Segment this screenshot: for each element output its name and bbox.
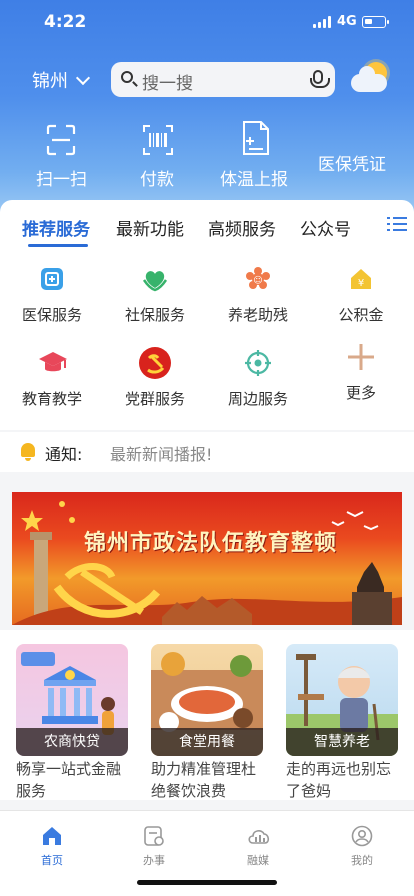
scan-icon <box>46 124 76 156</box>
elderly-care-icon: ☺ <box>243 264 273 294</box>
service-label: 教育教学 <box>21 390 82 408</box>
tile-canteen[interactable]: 食堂用餐 <box>151 644 263 756</box>
nav-label: 我的 <box>351 854 373 867</box>
svg-text:¥: ¥ <box>358 278 364 289</box>
service-elderly-care[interactable]: ☺ 养老助残 <box>213 264 303 325</box>
nav-label: 办事 <box>143 854 165 867</box>
barcode-pay-icon <box>143 125 173 155</box>
notice-bar[interactable]: 通知: 最新新闻播报! <box>0 432 414 472</box>
banner[interactable]: 锦州市政法队伍教育整顿 <box>12 492 402 625</box>
signal-icon <box>313 16 331 28</box>
tab-new-features[interactable]: 最新功能 <box>116 215 184 240</box>
weather-icon[interactable] <box>349 60 391 96</box>
status-bar: 4:22 4G <box>0 10 414 38</box>
banner-artwork <box>12 501 402 625</box>
microphone-icon[interactable] <box>310 70 330 88</box>
tile-description: 助力精准管理杜绝餐饮浪费 <box>151 760 257 800</box>
tile-description: 畅享一站式金融服务 <box>16 760 122 800</box>
service-label: 更多 <box>345 384 376 402</box>
graduation-cap-icon <box>37 348 67 378</box>
nav-media[interactable]: 融媒 <box>233 825 283 868</box>
quick-label: 付款 <box>140 170 174 190</box>
service-social-security[interactable]: 社保服务 <box>110 264 200 325</box>
battery-icon <box>362 16 389 28</box>
service-card: 推荐服务 最新功能 高频服务 公众号 医保服务 社保服务 ☺ 养老助残 ¥ 公积… <box>0 200 414 430</box>
city-name: 锦州 <box>32 71 68 92</box>
profile-icon <box>351 825 373 847</box>
tile-caption: 农商快贷 <box>16 728 128 756</box>
service-housing-fund[interactable]: ¥ 公积金 <box>316 264 406 325</box>
media-cloud-icon <box>247 825 270 847</box>
service-label: 医保服务 <box>21 306 82 324</box>
service-icon <box>143 825 165 847</box>
feature-tiles: 农商快贷 食堂用餐 智慧养老 畅享一站式金融服务 助力精准管理杜绝餐饮浪费 走的… <box>0 630 414 800</box>
tile-description: 走的再远也别忘了爸妈 <box>286 760 392 800</box>
medical-insurance-icon <box>37 264 67 294</box>
quick-label: 体温上报 <box>220 170 288 190</box>
notice-text: 最新新闻播报! <box>110 445 213 464</box>
service-label: 养老助残 <box>227 306 288 324</box>
nav-home[interactable]: 首页 <box>27 825 77 868</box>
quick-temperature[interactable]: 体温上报 <box>220 120 292 190</box>
nav-label: 融媒 <box>247 854 269 867</box>
nav-profile[interactable]: 我的 <box>337 825 387 868</box>
search-icon <box>121 71 133 83</box>
service-label: 公积金 <box>338 306 384 324</box>
list-menu-icon[interactable] <box>387 215 409 233</box>
housing-fund-icon: ¥ <box>346 264 376 294</box>
header-background: 4:22 4G 锦州 搜一搜 扫一扫 付款 体温上报 医保凭证 <box>0 0 414 215</box>
quick-scan[interactable]: 扫一扫 <box>33 120 89 190</box>
svg-text:☺: ☺ <box>253 275 262 286</box>
quick-label: 扫一扫 <box>36 170 87 190</box>
city-selector[interactable]: 锦州 <box>32 67 91 93</box>
plus-icon <box>346 342 376 372</box>
quick-label: 医保凭证 <box>318 155 386 175</box>
service-nearby[interactable]: 周边服务 <box>213 348 303 409</box>
tile-smart-elderly[interactable]: 智慧养老 <box>286 644 398 756</box>
service-more[interactable]: 更多 <box>316 342 406 403</box>
home-indicator[interactable] <box>137 880 277 885</box>
search-placeholder: 搜一搜 <box>142 74 193 94</box>
service-label: 党群服务 <box>124 390 185 408</box>
tile-rural-loan[interactable]: 农商快贷 <box>16 644 128 756</box>
chevron-down-icon <box>75 70 91 85</box>
service-education[interactable]: 教育教学 <box>7 348 97 409</box>
service-label: 周边服务 <box>227 390 288 408</box>
status-time: 4:22 <box>44 12 87 32</box>
tile-caption: 食堂用餐 <box>151 728 263 756</box>
active-tab-indicator <box>28 244 88 247</box>
tab-recommended[interactable]: 推荐服务 <box>22 215 90 240</box>
network-type: 4G <box>337 14 357 29</box>
quick-pay[interactable]: 付款 <box>138 120 178 190</box>
social-security-icon <box>140 264 170 294</box>
service-label: 社保服务 <box>124 306 185 324</box>
bell-icon <box>21 443 35 461</box>
party-emblem-icon <box>139 347 171 379</box>
location-target-icon <box>243 348 273 378</box>
nav-label: 首页 <box>41 854 63 867</box>
service-party[interactable]: 党群服务 <box>110 347 200 409</box>
nav-services[interactable]: 办事 <box>129 825 179 868</box>
tile-caption: 智慧养老 <box>286 728 398 756</box>
quick-medical-voucher[interactable]: 医保凭证 <box>318 120 390 175</box>
home-icon <box>41 825 63 847</box>
service-tabs: 推荐服务 最新功能 高频服务 公众号 <box>0 200 414 250</box>
notice-label: 通知: <box>45 445 83 464</box>
tab-frequent[interactable]: 高频服务 <box>208 215 276 240</box>
banner-title: 锦州市政法队伍教育整顿 <box>84 531 338 556</box>
temperature-report-icon <box>243 121 269 155</box>
tab-official-accounts[interactable]: 公众号 <box>300 215 351 240</box>
service-medical-insurance[interactable]: 医保服务 <box>7 264 97 325</box>
search-bar[interactable]: 搜一搜 <box>111 62 335 97</box>
